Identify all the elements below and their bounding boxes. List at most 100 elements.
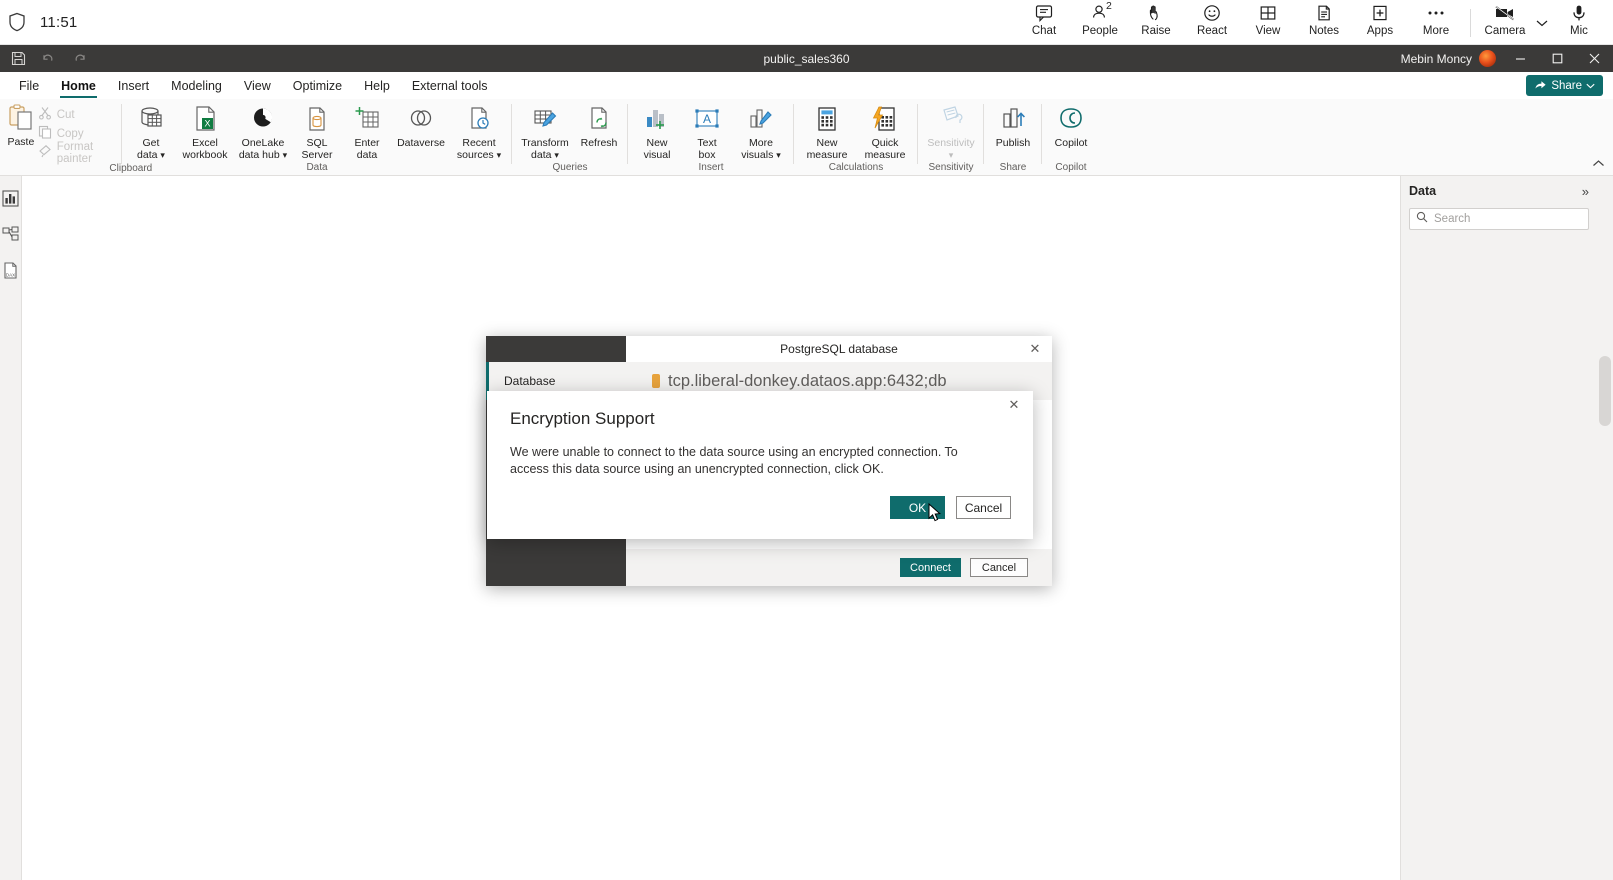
tab-file[interactable]: File	[8, 72, 50, 99]
dataverse-label: Dataverse	[397, 137, 445, 149]
tab-view[interactable]: View	[233, 72, 282, 99]
share-label: Share	[1551, 79, 1582, 92]
teams-react-button[interactable]: React	[1184, 0, 1240, 45]
teams-more-button[interactable]: More	[1408, 0, 1464, 45]
transform-data-label: Transform data ▾	[521, 137, 569, 161]
camera-chevron-down-icon[interactable]	[1533, 0, 1551, 45]
pg-cancel-button[interactable]: Cancel	[970, 558, 1028, 577]
pg-connect-button[interactable]: Connect	[900, 558, 961, 577]
onelake-data-hub-button[interactable]: OneLake data hub ▾	[234, 102, 292, 161]
sql-server-button[interactable]: SQL Server	[292, 102, 342, 161]
sensitivity-button[interactable]: Sensitivity ▾	[922, 102, 980, 161]
avatar	[1479, 50, 1496, 67]
publish-button[interactable]: Publish	[988, 102, 1038, 160]
react-smiley-icon	[1202, 2, 1222, 24]
teams-raise-button[interactable]: Raise	[1128, 0, 1184, 45]
teams-camera-button[interactable]: Camera	[1477, 0, 1533, 45]
teams-react-label: React	[1196, 24, 1228, 37]
tab-optimize[interactable]: Optimize	[282, 72, 353, 99]
pg-dialog-footer: Connect Cancel	[626, 549, 1052, 586]
new-visual-button[interactable]: New visual	[632, 102, 682, 161]
quick-measure-button[interactable]: Quick measure	[856, 102, 914, 161]
cut-button[interactable]: Cut	[38, 105, 110, 124]
sql-server-label: SQL Server	[301, 137, 333, 161]
copy-icon	[38, 125, 52, 142]
more-visuals-icon	[746, 104, 776, 134]
pg-dialog-close-icon[interactable]: ✕	[1024, 339, 1046, 359]
teams-view-label: View	[1255, 24, 1281, 37]
ribbon-group-queries: Transform data ▾ Refresh Queries	[512, 99, 628, 176]
tab-modeling[interactable]: Modeling	[160, 72, 233, 99]
ribbon-group-calculations: New measure Quick measure Calculations	[794, 99, 918, 176]
copy-label: Copy	[56, 127, 84, 140]
canvas-scrollbar-thumb[interactable]	[1599, 356, 1611, 426]
teams-mic-button[interactable]: Mic	[1551, 0, 1607, 45]
camera-off-icon	[1493, 2, 1517, 24]
get-data-button[interactable]: Get data ▾	[126, 102, 176, 161]
ribbon-group-insert: New visual A Text box More visuals ▾ Insert	[628, 99, 794, 176]
powerbi-title-bar: public_sales360 Mebin Moncy	[0, 45, 1613, 72]
transform-data-button[interactable]: Transform data ▾	[516, 102, 574, 161]
refresh-icon	[584, 104, 614, 134]
maximize-button[interactable]	[1539, 45, 1576, 72]
redo-icon[interactable]	[70, 50, 87, 67]
teams-mic-label: Mic	[1570, 24, 1588, 37]
svg-text:DAX: DAX	[6, 272, 15, 277]
teams-notes-label: Notes	[1308, 24, 1340, 37]
share-chevron-down-icon	[1586, 80, 1595, 92]
excel-workbook-label: Excel workbook	[182, 137, 228, 161]
more-visuals-button[interactable]: More visuals ▾	[732, 102, 790, 161]
canvas-scrollbar[interactable]	[1597, 176, 1613, 880]
encryption-dialog-close-icon[interactable]: ✕	[1003, 395, 1025, 415]
refresh-button[interactable]: Refresh	[574, 102, 624, 160]
publish-icon	[998, 104, 1028, 134]
teams-people-button[interactable]: 2 People	[1072, 0, 1128, 45]
save-icon[interactable]	[10, 50, 27, 67]
enter-data-button[interactable]: Enter data	[342, 102, 392, 161]
meeting-clock: 11:51	[40, 13, 78, 31]
copilot-button[interactable]: Copilot	[1046, 102, 1096, 160]
report-view-icon[interactable]	[1, 188, 21, 208]
teams-chat-button[interactable]: Chat	[1016, 0, 1072, 45]
close-button[interactable]	[1576, 45, 1613, 72]
paste-button[interactable]: Paste	[4, 99, 38, 162]
teams-notes-button[interactable]: Notes	[1296, 0, 1352, 45]
tab-external-tools[interactable]: External tools	[401, 72, 499, 99]
ribbon-group-share: Publish Share	[984, 99, 1042, 176]
tab-help[interactable]: Help	[353, 72, 401, 99]
tab-insert[interactable]: Insert	[107, 72, 160, 99]
minimize-button[interactable]	[1502, 45, 1539, 72]
account-button[interactable]: Mebin Moncy	[1401, 50, 1502, 67]
refresh-label: Refresh	[580, 137, 618, 149]
cut-icon	[38, 106, 52, 123]
new-measure-button[interactable]: New measure	[798, 102, 856, 161]
undo-icon[interactable]	[40, 50, 57, 67]
get-data-icon	[136, 104, 166, 134]
paste-label: Paste	[7, 136, 35, 148]
excel-workbook-button[interactable]: X Excel workbook	[176, 102, 234, 161]
dataverse-button[interactable]: Dataverse	[392, 102, 450, 160]
teams-apps-button[interactable]: Apps	[1352, 0, 1408, 45]
group-label-calculations: Calculations	[828, 162, 884, 173]
collapse-ribbon-chevron-up-icon[interactable]	[1592, 155, 1605, 173]
data-search-placeholder: Search	[1434, 213, 1471, 225]
encryption-cancel-button[interactable]: Cancel	[956, 496, 1011, 519]
encryption-ok-button[interactable]: OK	[890, 496, 945, 519]
recent-sources-icon	[464, 104, 494, 134]
text-box-button[interactable]: A Text box	[682, 102, 732, 161]
shield-icon	[8, 12, 26, 32]
data-search-input[interactable]: Search	[1409, 208, 1589, 230]
dax-query-view-icon[interactable]: DAX	[1, 260, 21, 280]
teams-raise-label: Raise	[1141, 24, 1171, 37]
model-view-icon[interactable]	[1, 224, 21, 244]
format-painter-button[interactable]: Format painter	[38, 141, 110, 165]
expand-pane-chevrons-icon[interactable]: »	[1582, 184, 1589, 199]
svg-text:A: A	[703, 112, 711, 126]
recent-sources-label: Recent sources ▾	[456, 137, 502, 161]
quick-measure-icon	[870, 104, 900, 134]
tab-home[interactable]: Home	[50, 72, 107, 99]
cut-label: Cut	[56, 108, 75, 121]
recent-sources-button[interactable]: Recent sources ▾	[450, 102, 508, 161]
teams-view-button[interactable]: View	[1240, 0, 1296, 45]
share-button[interactable]: Share	[1526, 75, 1603, 96]
